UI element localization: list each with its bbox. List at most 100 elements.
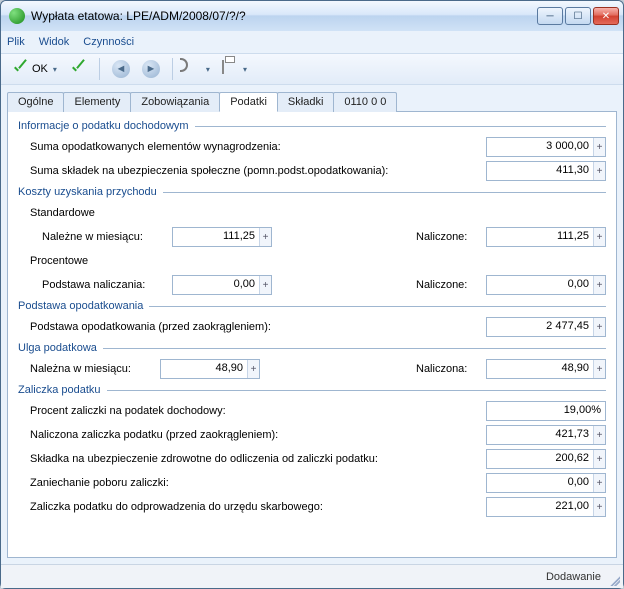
label: Podstawa opodatkowania (przed zaokrąglen… <box>30 321 271 333</box>
maximize-icon: ☐ <box>574 11 583 22</box>
tab-elementy[interactable]: Elementy <box>63 92 131 112</box>
window-title: Wypłata etatowa: LPE/ADM/2008/07/?/? <box>31 9 537 23</box>
value: 0,00 <box>487 474 593 492</box>
label: Procent zaliczki na podatek dochodowy: <box>30 405 226 417</box>
value: 421,73 <box>487 426 593 444</box>
titlebar: Wypłata etatowa: LPE/ADM/2008/07/?/? ─ ☐… <box>1 1 623 31</box>
label: Naliczone: <box>416 231 486 243</box>
arrow-left-icon: ◄ <box>112 60 130 78</box>
plus-icon[interactable]: + <box>593 426 605 444</box>
plus-icon[interactable]: + <box>593 276 605 294</box>
label: Należna w miesiącu: <box>30 363 160 375</box>
plus-icon[interactable]: + <box>259 228 271 246</box>
value: 2 477,45 <box>487 318 593 336</box>
plus-icon[interactable]: + <box>593 474 605 492</box>
label: Naliczona zaliczka podatku (przed zaokrą… <box>30 429 278 441</box>
group-zaliczka: Zaliczka podatku Procent zaliczki na pod… <box>18 384 606 518</box>
plus-icon[interactable]: + <box>593 162 605 180</box>
value: 200,62 <box>487 450 593 468</box>
podstawa-naliczania-field[interactable]: 0,00 + <box>172 275 272 295</box>
plus-icon[interactable]: + <box>593 498 605 516</box>
value: 111,25 <box>487 228 593 246</box>
content-area: Ogólne Elementy Zobowiązania Podatki Skł… <box>1 85 623 564</box>
back-button[interactable]: ◄ <box>108 58 134 80</box>
group-title: Koszty uzyskania przychodu <box>18 186 606 198</box>
value: 48,90 <box>161 360 247 378</box>
plus-icon[interactable]: + <box>593 318 605 336</box>
group-podstawa: Podstawa opodatkowania Podstawa opodatko… <box>18 300 606 338</box>
tab-zobowiazania[interactable]: Zobowiązania <box>130 92 220 112</box>
value: 411,30 <box>487 162 593 180</box>
ok-button[interactable]: OK ▾ <box>7 58 61 80</box>
window-frame: Wypłata etatowa: LPE/ADM/2008/07/?/? ─ ☐… <box>0 0 624 589</box>
plus-icon[interactable]: + <box>593 450 605 468</box>
label: Zaniechanie poboru zaliczki: <box>30 477 169 489</box>
statusbar: Dodawanie <box>1 564 623 588</box>
check-icon <box>69 60 87 78</box>
chevron-down-icon: ▾ <box>53 65 57 74</box>
ulga-naliczona-field[interactable]: 48,90 + <box>486 359 606 379</box>
close-button[interactable]: ✕ <box>593 7 619 25</box>
naliczone-field[interactable]: 111,25 + <box>486 227 606 247</box>
group-ulga: Ulga podatkowa Należna w miesiącu: 48,90… <box>18 342 606 380</box>
label: Składka na ubezpieczenie zdrowotne do od… <box>30 453 378 465</box>
minimize-button[interactable]: ─ <box>537 7 563 25</box>
podstawa-field[interactable]: 2 477,45 + <box>486 317 606 337</box>
arrow-right-icon: ► <box>142 60 160 78</box>
app-icon <box>9 8 25 24</box>
skladka-zdrowotna-field[interactable]: 200,62 + <box>486 449 606 469</box>
tab-ogolne[interactable]: Ogólne <box>7 92 64 112</box>
group-title: Ulga podatkowa <box>18 342 606 354</box>
forward-button[interactable]: ► <box>138 58 164 80</box>
plus-icon[interactable]: + <box>247 360 259 378</box>
plus-icon[interactable]: + <box>593 138 605 156</box>
toolbar-separator <box>99 58 100 80</box>
plus-icon[interactable]: + <box>259 276 271 294</box>
check-icon <box>11 60 29 78</box>
zaniechanie-field[interactable]: 0,00 + <box>486 473 606 493</box>
label: Naliczona: <box>416 363 486 375</box>
zaliczka-odprowadzenie-field[interactable]: 221,00 + <box>486 497 606 517</box>
suma-skladek-field[interactable]: 411,30 + <box>486 161 606 181</box>
menu-view[interactable]: Widok <box>39 36 70 48</box>
label: Suma składek na ubezpieczenia społeczne … <box>30 165 388 177</box>
menu-actions[interactable]: Czynności <box>83 36 134 48</box>
nalezne-field[interactable]: 111,25 + <box>172 227 272 247</box>
value: 3 000,00 <box>487 138 593 156</box>
plus-icon[interactable]: + <box>593 360 605 378</box>
print-button[interactable]: ▾ <box>218 59 251 79</box>
menu-file[interactable]: Plik <box>7 36 25 48</box>
tools-button[interactable]: ▾ <box>181 59 214 79</box>
sub-label: Standardowe <box>30 207 95 219</box>
minimize-icon: ─ <box>546 11 553 22</box>
close-icon: ✕ <box>602 11 610 22</box>
procent-zaliczki-field[interactable]: 19,00% <box>486 401 606 421</box>
label: Zaliczka podatku do odprowadzenia do urz… <box>30 501 323 513</box>
tab-podatki[interactable]: Podatki <box>219 92 278 112</box>
suma-opodatkowanych-field[interactable]: 3 000,00 + <box>486 137 606 157</box>
tab-bar: Ogólne Elementy Zobowiązania Podatki Skł… <box>7 92 617 112</box>
label: Suma opodatkowanych elementów wynagrodze… <box>30 141 281 153</box>
apply-button[interactable] <box>65 58 91 80</box>
tab-panel: Informacje o podatku dochodowym Suma opo… <box>7 111 617 558</box>
tab-skladki[interactable]: Składki <box>277 92 334 112</box>
printer-icon <box>222 61 238 77</box>
group-informacje: Informacje o podatku dochodowym Suma opo… <box>18 120 606 182</box>
tab-0110[interactable]: 0110 0 0 <box>333 92 397 112</box>
toolbar-separator <box>172 58 173 80</box>
value: 0,00 <box>173 276 259 294</box>
plus-icon[interactable]: + <box>593 228 605 246</box>
wrench-icon <box>185 61 201 77</box>
label: Należne w miesiącu: <box>42 231 172 243</box>
group-title: Zaliczka podatku <box>18 384 606 396</box>
naliczona-zaliczka-field[interactable]: 421,73 + <box>486 425 606 445</box>
resize-grip[interactable] <box>608 574 620 586</box>
sub-label: Procentowe <box>30 255 88 267</box>
maximize-button[interactable]: ☐ <box>565 7 591 25</box>
naliczone-proc-field[interactable]: 0,00 + <box>486 275 606 295</box>
group-title: Podstawa opodatkowania <box>18 300 606 312</box>
value: 111,25 <box>173 228 259 246</box>
ulga-nalezna-field[interactable]: 48,90 + <box>160 359 260 379</box>
chevron-down-icon: ▾ <box>206 65 210 74</box>
menubar: Plik Widok Czynności <box>1 31 623 53</box>
